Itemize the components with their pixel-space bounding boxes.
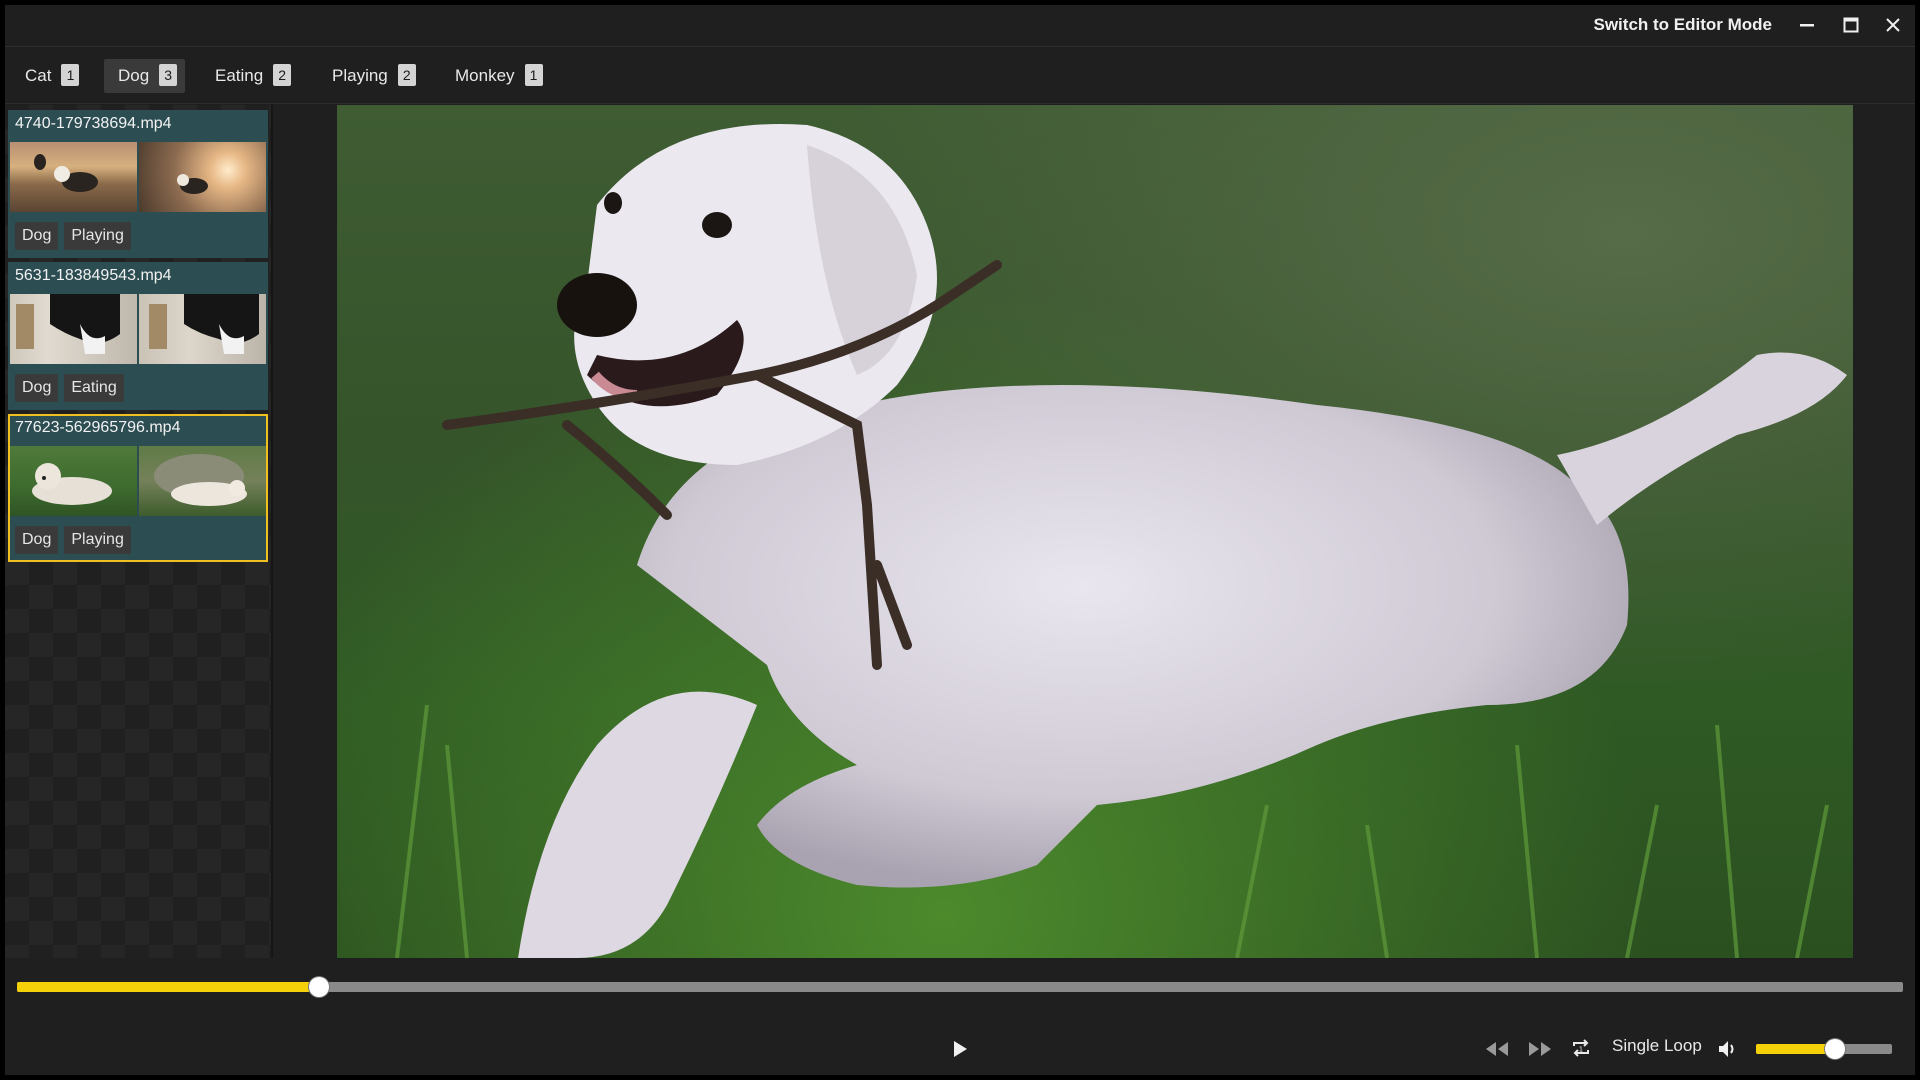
- rewind-icon: [1486, 1042, 1508, 1056]
- tab-monkey[interactable]: Monkey 1: [441, 59, 551, 93]
- app-window: Switch to Editor Mode Cat 1 Dog 3 Eating 2 …: [5, 5, 1915, 1075]
- tab-label: Monkey: [455, 66, 515, 85]
- tab-count-badge: 1: [524, 64, 543, 86]
- rewind-button[interactable]: [1484, 1040, 1510, 1058]
- video-frame: [395, 124, 1847, 958]
- fast-forward-button[interactable]: [1527, 1040, 1553, 1058]
- video-thumbnail: [139, 294, 266, 364]
- tab-cat[interactable]: Cat 1: [11, 59, 87, 93]
- title-bar: Switch to Editor Mode: [5, 5, 1915, 45]
- sidebar-divider[interactable]: [271, 105, 273, 958]
- tab-eating[interactable]: Eating 2: [201, 59, 299, 93]
- tag-chip[interactable]: Playing: [64, 222, 131, 250]
- video-card[interactable]: 4740-179738694.mp4 Dog Playing: [8, 110, 268, 258]
- minimize-button[interactable]: [1787, 5, 1827, 45]
- seek-bar-thumb[interactable]: [308, 977, 329, 997]
- seek-bar[interactable]: [17, 977, 1903, 997]
- tab-count-badge: 1: [61, 64, 80, 86]
- video-filename: 77623-562965796.mp4: [15, 419, 181, 436]
- volume-slider[interactable]: [1756, 1039, 1892, 1059]
- tab-dog[interactable]: Dog 3: [104, 59, 186, 93]
- video-thumbnails: [10, 294, 266, 364]
- maximize-icon: [1843, 17, 1859, 33]
- switch-to-editor-mode-button[interactable]: Switch to Editor Mode: [1594, 5, 1773, 45]
- close-button[interactable]: [1873, 5, 1913, 45]
- tag-chip[interactable]: Dog: [15, 374, 59, 402]
- fast-forward-icon: [1529, 1042, 1551, 1056]
- tag-tab-bar: Cat 1 Dog 3 Eating 2 Playing 2 Monkey 1: [5, 46, 1915, 104]
- video-card[interactable]: 77623-562965796.mp4 Dog Playing: [8, 414, 268, 562]
- close-icon: [1886, 18, 1900, 32]
- tab-count-badge: 3: [159, 64, 178, 86]
- video-thumbnail: [10, 142, 137, 212]
- minimize-icon: [1800, 24, 1814, 27]
- video-thumbnails: [10, 142, 266, 212]
- loop-mode-label[interactable]: Single Loop: [1612, 1036, 1702, 1056]
- tag-chip[interactable]: Dog: [15, 222, 59, 250]
- maximize-button[interactable]: [1831, 5, 1871, 45]
- volume-icon: [1719, 1041, 1734, 1057]
- video-card[interactable]: 5631-183849543.mp4 Dog Eating: [8, 262, 268, 410]
- tag-chip[interactable]: Playing: [64, 526, 131, 554]
- tab-label: Cat: [25, 66, 52, 85]
- loop-mode-button[interactable]: 1: [1570, 1037, 1592, 1059]
- video-filename: 5631-183849543.mp4: [15, 267, 172, 284]
- volume-slider-fill: [1756, 1044, 1835, 1054]
- video-thumbnail: [10, 294, 137, 364]
- tag-chip[interactable]: Eating: [64, 374, 124, 402]
- volume-button[interactable]: [1717, 1038, 1739, 1060]
- tab-count-badge: 2: [273, 64, 292, 86]
- tab-label: Dog: [118, 66, 150, 85]
- video-tags: Dog Playing: [15, 526, 131, 554]
- tag-chip[interactable]: Dog: [15, 526, 59, 554]
- video-list-sidebar[interactable]: 4740-179738694.mp4 Dog Playing 5631-1838…: [5, 105, 271, 958]
- video-thumbnail: [139, 142, 266, 212]
- video-thumbnail: [10, 446, 137, 516]
- svg-text:1: 1: [1579, 1046, 1583, 1054]
- video-filename: 4740-179738694.mp4: [15, 115, 172, 132]
- video-thumbnails: [10, 446, 266, 516]
- seek-bar-progress: [17, 982, 319, 992]
- tab-count-badge: 2: [397, 64, 416, 86]
- video-player-area[interactable]: [337, 105, 1853, 958]
- play-button[interactable]: [949, 1038, 971, 1060]
- video-tags: Dog Eating: [15, 374, 124, 402]
- video-tags: Dog Playing: [15, 222, 131, 250]
- player-controls: 1 Single Loop: [5, 961, 1915, 1075]
- tab-label: Playing: [332, 66, 388, 85]
- volume-slider-thumb[interactable]: [1824, 1039, 1845, 1059]
- tab-label: Eating: [215, 66, 264, 85]
- play-icon: [954, 1041, 967, 1057]
- loop-icon: 1: [1573, 1039, 1589, 1057]
- video-thumbnail: [139, 446, 266, 516]
- tab-playing[interactable]: Playing 2: [318, 59, 424, 93]
